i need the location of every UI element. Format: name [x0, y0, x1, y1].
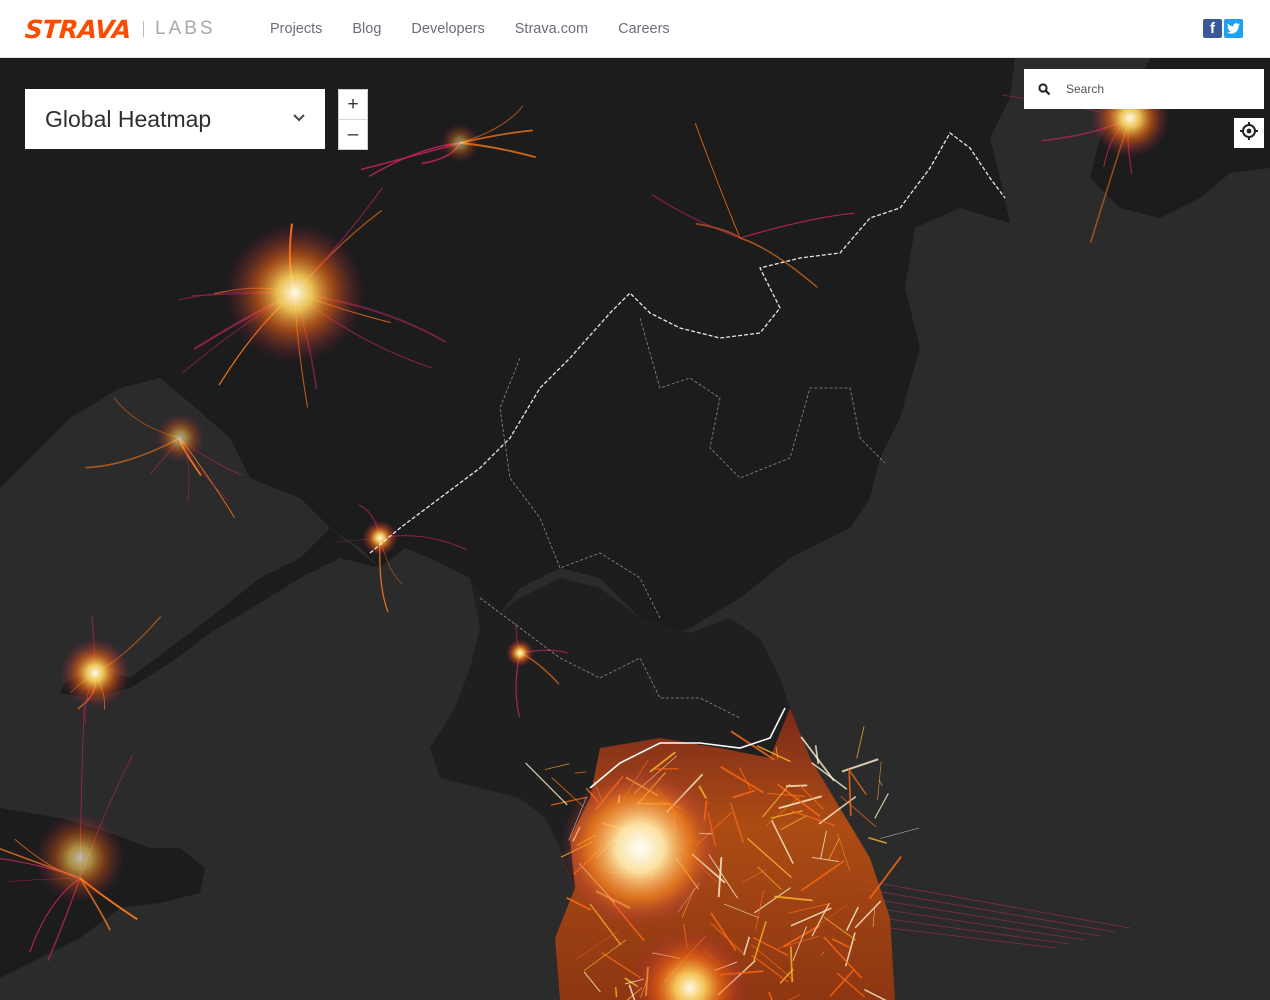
- location-search-box: [1024, 69, 1264, 109]
- locate-me-button[interactable]: [1234, 118, 1264, 148]
- brand-name: STRAVA: [23, 14, 132, 44]
- zoom-control: + –: [338, 89, 368, 150]
- search-icon: [1024, 82, 1064, 96]
- dandong-hotspot: [362, 520, 398, 556]
- top-navigation-bar: STRAVA LABS Projects Blog Developers Str…: [0, 0, 1270, 58]
- chevron-down-icon: [293, 109, 305, 127]
- dalian-hotspot: [60, 638, 130, 708]
- heatmap-type-dropdown[interactable]: Global Heatmap: [25, 89, 325, 149]
- pyongyang-hotspot: [506, 639, 534, 667]
- brand-sub-name: LABS: [154, 18, 216, 39]
- map-layer: [0, 58, 1270, 1000]
- shandong-hotspot: [35, 813, 125, 903]
- beijing-hotspot: [225, 223, 365, 363]
- nav-link-developers[interactable]: Developers: [396, 21, 499, 37]
- zoom-in-button[interactable]: +: [339, 90, 367, 119]
- locate-icon: [1239, 121, 1259, 146]
- tianjin-hotspot: [155, 413, 205, 463]
- strava-labs-logo[interactable]: STRAVA LABS: [23, 14, 216, 44]
- heatmap-type-label: Global Heatmap: [45, 105, 212, 132]
- zoom-out-button[interactable]: –: [339, 119, 367, 149]
- korea-trace: [615, 987, 618, 998]
- seoul-hotspot: [560, 768, 720, 928]
- shenyang-hotspot: [440, 123, 480, 163]
- twitter-icon[interactable]: [1224, 19, 1243, 38]
- main-nav: Projects Blog Developers Strava.com Care…: [255, 0, 685, 58]
- heatmap-canvas[interactable]: [0, 58, 1270, 1000]
- nav-link-strava-com[interactable]: Strava.com: [500, 21, 603, 37]
- logo-divider: [142, 21, 144, 37]
- nav-link-blog[interactable]: Blog: [337, 21, 396, 37]
- nav-link-projects[interactable]: Projects: [255, 21, 337, 37]
- facebook-icon[interactable]: f: [1203, 19, 1222, 38]
- korea-trace: [654, 767, 679, 770]
- social-links: f: [1203, 19, 1243, 38]
- nav-link-careers[interactable]: Careers: [603, 21, 685, 37]
- search-input[interactable]: [1064, 81, 1248, 97]
